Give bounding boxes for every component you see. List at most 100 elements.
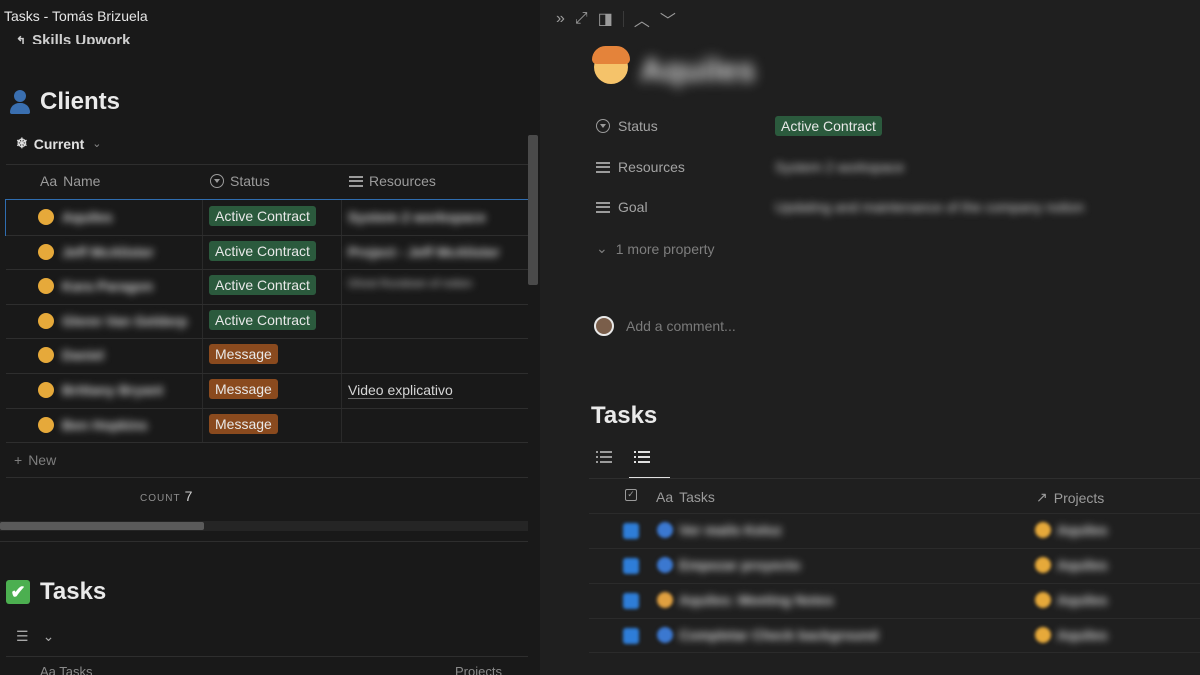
- task-name[interactable]: Completar Check background: [679, 627, 878, 643]
- client-name[interactable]: Aquiles: [62, 209, 113, 225]
- vertical-scrollbar[interactable]: [528, 135, 538, 285]
- column-header-status[interactable]: Status: [210, 173, 270, 189]
- status-badge[interactable]: Message: [209, 344, 278, 364]
- check-mark-icon: ✔: [6, 580, 30, 604]
- status-badge[interactable]: Active Contract: [209, 206, 316, 226]
- checkbox[interactable]: [623, 593, 639, 609]
- person-icon: [8, 90, 32, 114]
- column-header-label: Tasks: [679, 489, 715, 505]
- count-value: 7: [184, 488, 193, 504]
- lines-icon: [596, 161, 610, 173]
- property-resources[interactable]: Resources: [596, 159, 685, 175]
- double-chevron-right-icon[interactable]: »: [556, 10, 565, 28]
- client-name[interactable]: Daniel: [62, 347, 104, 363]
- tasks-table-bottom-rule: [589, 652, 1200, 653]
- task-row[interactable]: Empezar proyecto Aquiles: [589, 548, 1200, 583]
- task-project[interactable]: Aquiles: [1057, 627, 1108, 643]
- task-row[interactable]: Aquiles: Meeting Notes Aquiles: [589, 583, 1200, 618]
- text-type-icon: Aa: [40, 173, 58, 189]
- task-project[interactable]: Aquiles: [1057, 592, 1108, 608]
- checkbox[interactable]: [623, 523, 639, 539]
- task-row[interactable]: Completar Check background Aquiles: [589, 618, 1200, 653]
- list-view-active-icon[interactable]: [634, 448, 652, 464]
- toolbar-separator: [622, 11, 624, 27]
- table-row[interactable]: Ben Hopkins Message: [6, 408, 528, 443]
- resource-link[interactable]: Video explicativo: [348, 382, 453, 399]
- client-name[interactable]: Ben Hopkins: [62, 417, 148, 433]
- new-row-label: New: [28, 452, 57, 468]
- table-row[interactable]: Jeff McAlister Active Contract Project -…: [6, 235, 528, 270]
- property-label: Goal: [618, 199, 648, 215]
- table-row[interactable]: Glenn Van Gelderp Active Contract: [6, 304, 528, 339]
- tasks-title-left: Tasks: [40, 578, 107, 605]
- chevron-up-icon[interactable]: ︿: [634, 7, 650, 31]
- chevron-down-icon[interactable]: ⌄: [43, 628, 55, 645]
- client-name[interactable]: Brittany Bryant: [62, 382, 163, 398]
- column-header-tasks[interactable]: Aa Tasks: [656, 489, 715, 505]
- table-row[interactable]: Daniel Message: [6, 338, 528, 373]
- page-title[interactable]: Aquiles: [640, 52, 756, 89]
- chevron-down-icon[interactable]: ﹀: [660, 7, 676, 31]
- globe-icon: [657, 557, 673, 573]
- table-row[interactable]: Aquiles Active Contract System 2 workspa…: [5, 199, 529, 236]
- task-name[interactable]: Empezar proyecto: [679, 557, 800, 573]
- checkbox[interactable]: [623, 558, 639, 574]
- column-header-projects[interactable]: Projects: [455, 664, 502, 675]
- row-divider: [6, 442, 528, 443]
- breadcrumb-parent-link[interactable]: ↰ Skills Upwork: [16, 32, 130, 44]
- client-name[interactable]: Glenn Van Gelderp: [62, 313, 187, 329]
- resources-value[interactable]: System 2 workspace: [775, 159, 904, 175]
- table-row[interactable]: Kara Paragon Active Contract Ghost Rundo…: [6, 269, 528, 304]
- face-emoji-icon: [38, 209, 54, 225]
- side-peek-icon[interactable]: ◨: [598, 9, 613, 29]
- parent-link-label: Skills Upwork: [32, 32, 131, 44]
- tasks-view-switcher[interactable]: ☰ ⌄: [16, 628, 54, 645]
- status-badge[interactable]: Message: [209, 414, 278, 434]
- status-badge[interactable]: Active Contract: [209, 241, 316, 261]
- property-goal[interactable]: Goal: [596, 199, 648, 215]
- property-status[interactable]: Status: [596, 118, 658, 134]
- face-emoji-icon: [38, 278, 54, 294]
- column-header-done[interactable]: ✓: [625, 489, 637, 501]
- face-emoji-icon: [38, 244, 54, 260]
- expand-icon[interactable]: ⤢: [575, 10, 588, 28]
- resource-link[interactable]: Project - Jeff McAlister: [348, 244, 500, 260]
- status-icon: [210, 174, 224, 188]
- resource-link[interactable]: System 2 workspace: [348, 209, 486, 225]
- lines-icon: [349, 175, 363, 187]
- column-header-tasks[interactable]: Aa Tasks: [40, 664, 93, 675]
- scrollbar-thumb[interactable]: [0, 522, 204, 530]
- column-header-projects[interactable]: ↗ Projects: [1036, 489, 1104, 506]
- task-row[interactable]: Ver mails Keloz Aquiles: [589, 513, 1200, 548]
- property-label: Resources: [618, 159, 685, 175]
- task-name[interactable]: Ver mails Keloz: [679, 522, 782, 538]
- column-header-label: Status: [230, 173, 270, 189]
- status-icon: [596, 119, 610, 133]
- status-badge[interactable]: Active Contract: [209, 275, 316, 295]
- goal-value[interactable]: Updating and maintenance of the company …: [775, 199, 1084, 215]
- checkbox[interactable]: [623, 628, 639, 644]
- plus-icon: +: [14, 452, 23, 468]
- new-row-button[interactable]: + New: [14, 452, 56, 468]
- task-name[interactable]: Aquiles: Meeting Notes: [679, 592, 834, 608]
- list-view-icon[interactable]: [596, 448, 614, 464]
- column-header-label: Projects: [1053, 489, 1105, 506]
- more-properties-toggle[interactable]: ⌄ 1 more property: [596, 240, 715, 257]
- column-header-resources[interactable]: Resources: [349, 173, 436, 189]
- client-name[interactable]: Kara Paragon: [62, 278, 153, 294]
- table-row[interactable]: Brittany Bryant Message Video explicativ…: [6, 373, 528, 408]
- task-project[interactable]: Aquiles: [1057, 522, 1108, 538]
- tasks-heading-left: ✔ Tasks: [6, 578, 106, 606]
- client-name[interactable]: Jeff McAlister: [62, 244, 154, 260]
- status-badge[interactable]: Active Contract: [209, 310, 316, 330]
- view-tab-current[interactable]: ❄ Current ⌄: [16, 135, 102, 152]
- resource-link[interactable]: Ghost Rundown of notion: [348, 278, 472, 290]
- task-project[interactable]: Aquiles: [1057, 557, 1108, 573]
- status-badge[interactable]: Active Contract: [775, 116, 882, 136]
- comment-input[interactable]: Add a comment...: [594, 316, 736, 336]
- horizontal-scrollbar[interactable]: [0, 521, 528, 531]
- status-badge[interactable]: Message: [209, 379, 278, 399]
- chevron-down-icon[interactable]: ⌄: [92, 137, 101, 150]
- column-header-name[interactable]: Aa Name: [40, 173, 100, 189]
- page-emoji-icon[interactable]: [592, 46, 630, 84]
